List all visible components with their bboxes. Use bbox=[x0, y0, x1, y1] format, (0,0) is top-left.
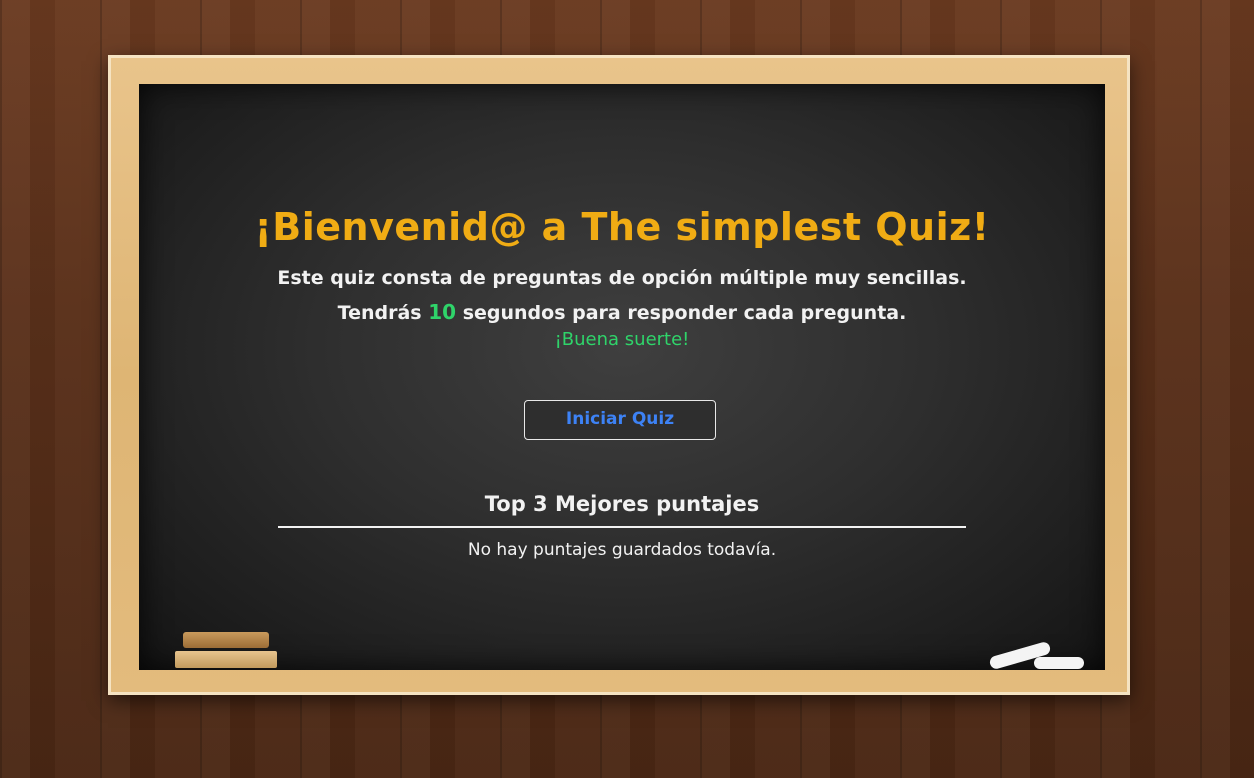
start-quiz-button[interactable]: Iniciar Quiz bbox=[524, 400, 716, 440]
seconds-count: 10 bbox=[428, 300, 457, 324]
no-scores-message: No hay puntajes guardados todavía. bbox=[467, 540, 777, 560]
top-scores-title: Top 3 Mejores puntajes bbox=[484, 492, 760, 516]
good-luck-text: ¡Buena suerte! bbox=[554, 329, 690, 350]
description-line-2: Tendrás 10 segundos para responder cada … bbox=[139, 300, 1105, 324]
chalk-icon bbox=[1034, 657, 1084, 669]
scores-divider bbox=[278, 526, 966, 528]
description-line-1: Este quiz consta de preguntas de opción … bbox=[277, 267, 967, 289]
chalkboard-frame: ¡Bienvenid@ a The simplest Quiz! Este qu… bbox=[108, 55, 1130, 695]
eraser-base bbox=[175, 651, 277, 668]
eraser-icon bbox=[175, 632, 277, 670]
description-text-before: Tendrás bbox=[337, 302, 429, 324]
chalkboard: ¡Bienvenid@ a The simplest Quiz! Este qu… bbox=[139, 84, 1105, 671]
page-title: ¡Bienvenid@ a The simplest Quiz! bbox=[254, 205, 990, 249]
eraser-top bbox=[183, 632, 269, 648]
description-text-after: segundos para responder cada pregunta. bbox=[456, 302, 907, 324]
